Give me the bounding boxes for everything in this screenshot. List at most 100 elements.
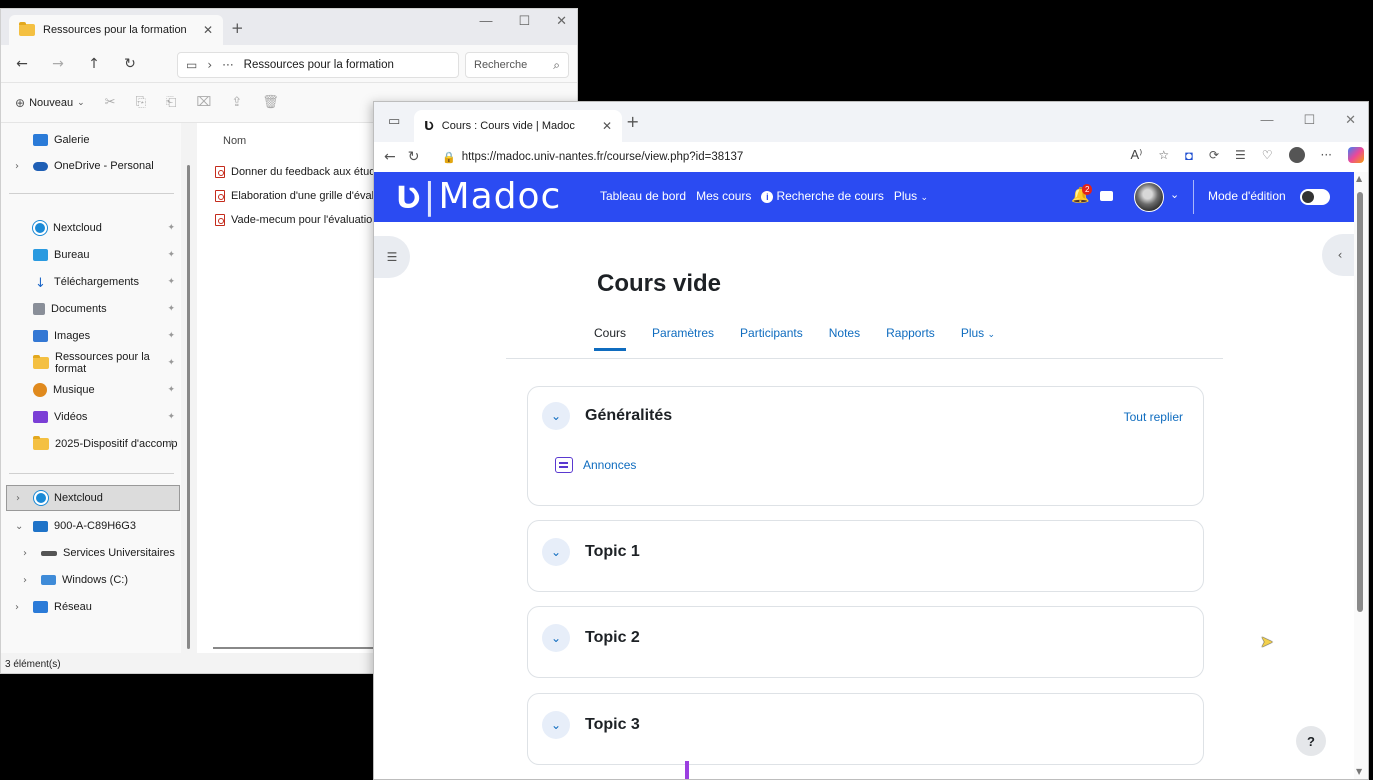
tab-participants[interactable]: Participants <box>740 326 803 351</box>
collapse-section-chevron-icon[interactable]: ⌄ <box>542 402 570 430</box>
tab-parametres[interactable]: Paramètres <box>652 326 714 351</box>
course-index-drawer-button[interactable]: ☰ <box>374 236 410 278</box>
collapse-all-link[interactable]: Tout replier <box>1124 410 1183 424</box>
favorites-icon[interactable]: ☰ <box>1235 148 1246 162</box>
browser-tab[interactable]: Ʋ Cours : Cours vide | Madoc ✕ <box>414 110 622 142</box>
chevron-right-icon[interactable]: › <box>23 548 27 559</box>
sidebar-item-music[interactable]: Musique ✦ <box>1 377 181 403</box>
back-arrow-icon[interactable]: ← <box>384 149 396 165</box>
explorer-address-bar[interactable]: ▭ › ··· Ressources pour la formation <box>177 52 459 78</box>
file-list-scrollbar[interactable] <box>213 647 373 649</box>
paste-icon[interactable]: ⎗ <box>166 95 176 110</box>
sidebar-scrollbar[interactable] <box>187 165 190 649</box>
column-header-name[interactable]: Nom <box>223 135 246 147</box>
scroll-down-arrow-icon[interactable]: ▼ <box>1356 767 1362 776</box>
scroll-up-arrow-icon[interactable]: ▲ <box>1356 174 1362 183</box>
page-scrollbar-thumb[interactable] <box>1357 192 1363 612</box>
back-arrow-icon[interactable]: ← <box>11 56 33 72</box>
file-row[interactable]: Vade-mecum pour l'évaluation <box>215 209 385 231</box>
close-icon[interactable]: ✕ <box>556 13 567 29</box>
tab-actions-icon[interactable]: ▭ <box>388 114 400 129</box>
madoc-logo[interactable]: Ʋ|Madoc <box>396 176 561 217</box>
health-icon[interactable]: ♡ <box>1262 148 1273 162</box>
sidebar-item-this-pc[interactable]: ⌄ 900-A-C89H6G3 <box>1 513 181 539</box>
new-button[interactable]: ⊕ Nouveau ⌄ <box>15 96 85 110</box>
refresh-icon[interactable]: ↻ <box>408 149 420 165</box>
sidebar-item-nextcloud-root[interactable]: › Nextcloud <box>6 485 180 511</box>
activity-name[interactable]: Annonces <box>583 458 636 472</box>
delete-icon[interactable]: 🗑 <box>262 95 279 110</box>
forward-arrow-icon[interactable]: → <box>47 56 69 72</box>
chevron-right-icon[interactable]: › <box>23 575 27 586</box>
minimize-icon[interactable]: — <box>1260 112 1273 128</box>
address-path[interactable]: Ressources pour la formation <box>244 59 394 71</box>
nav-course-search[interactable]: i Recherche de cours <box>761 189 884 203</box>
edit-mode-toggle[interactable] <box>1300 189 1330 205</box>
sidebar-item-dispositif[interactable]: 2025-Dispositif d'accomp ✦ <box>1 431 181 457</box>
block-drawer-button[interactable]: ‹ <box>1322 234 1358 276</box>
sidebar-item-services[interactable]: › Services Universitaires <box>1 540 181 566</box>
sidebar-item-videos[interactable]: Vidéos ✦ <box>1 404 181 430</box>
file-row[interactable]: Elaboration d'une grille d'évaluation <box>215 185 385 207</box>
sidebar-item-gallery[interactable]: Galerie <box>1 127 181 153</box>
tab-notes[interactable]: Notes <box>829 326 860 351</box>
chevron-right-icon[interactable]: › <box>15 602 19 613</box>
nav-more[interactable]: Plus ⌄ <box>894 189 928 203</box>
new-tab-icon[interactable]: + <box>231 19 244 37</box>
section-title[interactable]: Topic 2 <box>585 629 640 647</box>
collapse-section-chevron-icon[interactable]: ⌄ <box>542 711 570 739</box>
extensions-icon[interactable]: ⟳ <box>1209 148 1219 162</box>
explorer-tab[interactable]: Ressources pour la formation ✕ <box>9 15 223 45</box>
close-icon[interactable]: ✕ <box>1345 112 1356 128</box>
sidebar-item-documents[interactable]: Documents ✦ <box>1 296 181 322</box>
new-tab-icon[interactable]: + <box>626 112 639 131</box>
collapse-section-chevron-icon[interactable]: ⌄ <box>542 624 570 652</box>
activity-announcements[interactable]: Annonces <box>555 457 636 473</box>
cut-icon[interactable]: ✂ <box>105 95 116 110</box>
tab-rapports[interactable]: Rapports <box>886 326 935 351</box>
read-aloud-icon[interactable]: A⁾ <box>1130 147 1142 163</box>
more-options-icon[interactable]: ··· <box>1321 148 1332 162</box>
close-tab-icon[interactable]: ✕ <box>203 23 213 37</box>
chevron-right-icon[interactable]: › <box>16 493 20 504</box>
sidebar-item-network[interactable]: › Réseau <box>1 594 181 620</box>
section-title[interactable]: Topic 1 <box>585 543 640 561</box>
sidebar-item-windows-c[interactable]: › Windows (C:) <box>1 567 181 593</box>
sidebar-item-onedrive[interactable]: › OneDrive - Personal <box>1 153 181 179</box>
lock-icon[interactable]: 🔒 <box>442 151 456 164</box>
copy-icon[interactable]: ⎘ <box>136 95 146 110</box>
close-tab-icon[interactable]: ✕ <box>602 119 612 133</box>
share-icon[interactable]: ⇪ <box>231 95 242 110</box>
rename-icon[interactable]: ⌧ <box>196 95 211 110</box>
chevron-right-icon[interactable]: › <box>15 161 19 172</box>
copilot-icon[interactable] <box>1348 147 1364 163</box>
favorite-star-icon[interactable]: ☆ <box>1158 148 1169 162</box>
address-ellipsis[interactable]: ··· <box>222 59 234 71</box>
sidebar-item-ressources[interactable]: Ressources pour la format ✦ <box>1 350 181 376</box>
nav-dashboard[interactable]: Tableau de bord <box>600 189 686 203</box>
chevron-down-icon[interactable]: ⌄ <box>15 521 23 532</box>
profile-avatar-icon[interactable] <box>1288 147 1305 163</box>
maximize-icon[interactable]: ☐ <box>1303 112 1315 128</box>
url-bar[interactable]: 🔒 https://madoc.univ-nantes.fr/course/vi… <box>442 146 1142 168</box>
file-row[interactable]: Donner du feedback aux étudiants <box>215 161 385 183</box>
chevron-down-icon[interactable]: ⌄ <box>1170 188 1179 201</box>
tab-plus[interactable]: Plus ⌄ <box>961 326 995 351</box>
minimize-icon[interactable]: — <box>479 13 492 29</box>
sidebar-item-desktop[interactable]: Bureau ✦ <box>1 242 181 268</box>
up-arrow-icon[interactable]: ↑ <box>83 56 105 72</box>
user-avatar[interactable] <box>1134 182 1164 212</box>
sidebar-item-images[interactable]: Images ✦ <box>1 323 181 349</box>
nav-my-courses[interactable]: Mes cours <box>696 189 751 203</box>
help-button[interactable]: ? <box>1296 726 1326 756</box>
messages-icon[interactable] <box>1100 191 1113 201</box>
tab-cours[interactable]: Cours <box>594 326 627 351</box>
sidebar-item-nextcloud[interactable]: Nextcloud ✦ <box>1 215 181 241</box>
bitwarden-icon[interactable]: ◘ <box>1185 148 1193 163</box>
section-title[interactable]: Topic 3 <box>585 716 640 734</box>
refresh-icon[interactable]: ↻ <box>119 56 141 72</box>
collapse-section-chevron-icon[interactable]: ⌄ <box>542 538 570 566</box>
sidebar-item-downloads[interactable]: ↓ Téléchargements ✦ <box>1 269 181 295</box>
section-title[interactable]: Généralités <box>585 407 672 425</box>
maximize-icon[interactable]: ☐ <box>518 13 530 29</box>
